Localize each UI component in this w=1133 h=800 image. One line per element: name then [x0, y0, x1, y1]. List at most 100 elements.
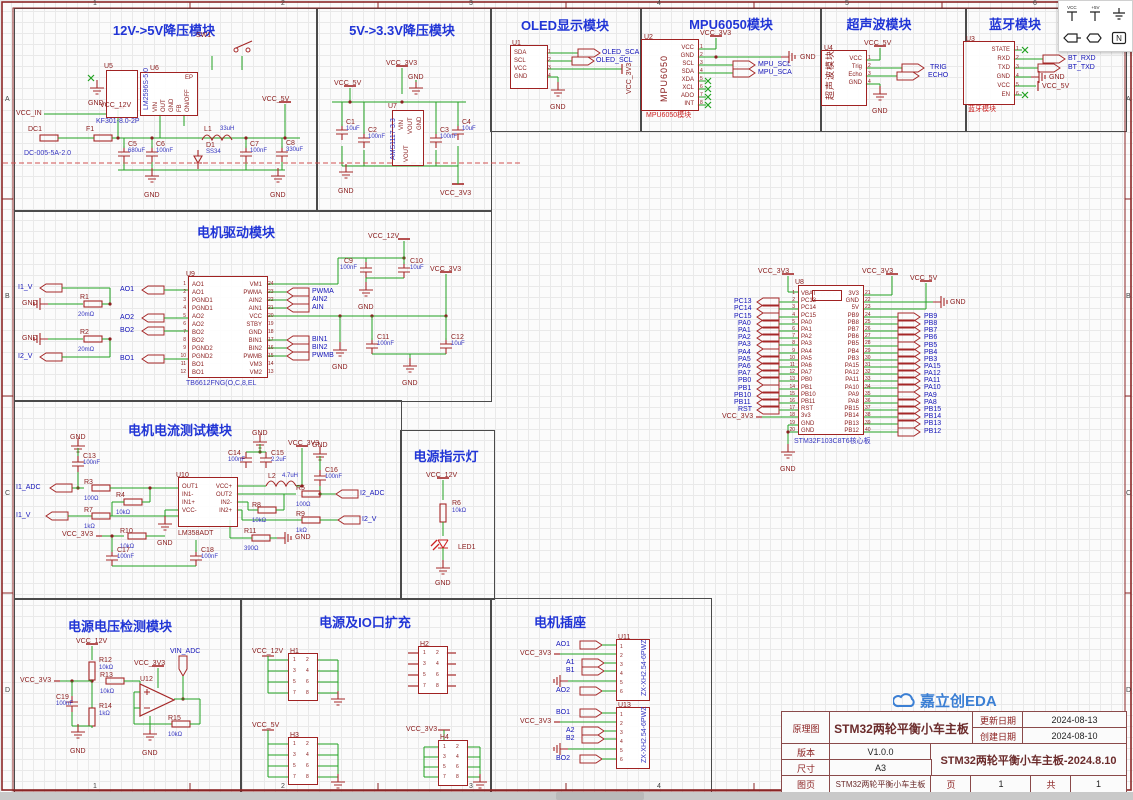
net-flag[interactable]: [338, 516, 360, 524]
net-flag[interactable]: [582, 667, 604, 675]
net-flag[interactable]: [50, 484, 72, 492]
pin-number[interactable]: 3: [700, 61, 703, 66]
pin-number[interactable]: 2: [700, 53, 703, 58]
net-label[interactable]: A1: [566, 659, 575, 666]
pin-number[interactable]: 11: [790, 363, 795, 368]
pin-name[interactable]: PB8: [848, 320, 859, 326]
net-label[interactable]: I1_V: [16, 512, 30, 519]
pin-name[interactable]: SDA: [514, 50, 526, 56]
net-label[interactable]: PB15: [924, 406, 941, 413]
pin-name[interactable]: BO2: [192, 330, 204, 336]
net-flag[interactable]: [733, 61, 755, 69]
pin-number[interactable]: 1: [792, 291, 795, 296]
pin-number[interactable]: 5: [293, 764, 296, 769]
pin-number[interactable]: 3: [620, 663, 623, 668]
pin-number[interactable]: 39: [865, 421, 871, 426]
pin-name[interactable]: OUT1: [182, 484, 198, 490]
net-flag[interactable]: [582, 727, 604, 735]
net-flag[interactable]: [336, 490, 358, 498]
net-flag[interactable]: [179, 656, 187, 676]
pin-number[interactable]: 2: [436, 651, 439, 656]
net-flag[interactable]: [1043, 55, 1065, 63]
pin-number[interactable]: 5: [443, 765, 446, 770]
pin-number[interactable]: 14: [789, 385, 795, 390]
pin-number[interactable]: 6: [306, 680, 309, 685]
pin-number[interactable]: 1: [1016, 47, 1019, 52]
component-value[interactable]: 100nF: [325, 474, 342, 480]
pin-name[interactable]: VBAT: [801, 291, 816, 297]
power-net-label[interactable]: GND: [157, 540, 173, 547]
component-desc[interactable]: AMS1117-3.3: [390, 118, 397, 160]
net-label[interactable]: PA8: [924, 399, 937, 406]
net-label[interactable]: RST: [738, 406, 752, 413]
component-value[interactable]: 100Ω: [296, 502, 311, 508]
power-net-label[interactable]: VCC_12V: [368, 233, 399, 240]
net-label[interactable]: A2: [566, 727, 575, 734]
pin-number[interactable]: 20: [268, 314, 274, 319]
pin-number[interactable]: 4: [306, 753, 309, 758]
pin-name[interactable]: GND: [169, 99, 175, 112]
component-ref[interactable]: C14: [228, 450, 241, 457]
module-title-voltage-detect[interactable]: 电源电压检测模块: [68, 616, 172, 635]
net-label[interactable]: BIN2: [312, 344, 328, 351]
component-ref[interactable]: U9: [186, 271, 195, 278]
net-label[interactable]: BO1: [556, 709, 570, 716]
component-value[interactable]: 20mΩ: [78, 347, 94, 353]
pin-number[interactable]: 34: [865, 385, 871, 390]
pin-number[interactable]: 7: [293, 775, 296, 780]
power-net-label[interactable]: GND: [312, 442, 328, 449]
pin-number[interactable]: 2: [306, 742, 309, 747]
component-ref[interactable]: L2: [268, 473, 276, 480]
pin-name[interactable]: PA9: [848, 392, 859, 398]
component-ref[interactable]: R13: [100, 672, 113, 679]
pin-number[interactable]: 1: [868, 56, 871, 61]
module-title-buck-5v-3v3[interactable]: 5V->3.3V降压模块: [349, 20, 455, 39]
component-ref[interactable]: U12: [140, 676, 153, 683]
component-value[interactable]: 10uF: [346, 126, 360, 132]
power-net-label[interactable]: GND: [550, 104, 566, 111]
pin-number[interactable]: 3: [293, 753, 296, 758]
net-label[interactable]: PB6: [924, 334, 937, 341]
net-label[interactable]: PA10: [924, 384, 941, 391]
pin-name[interactable]: VCC: [849, 56, 862, 62]
opamp-symbol[interactable]: [140, 684, 174, 716]
pin-number[interactable]: 6: [183, 322, 186, 327]
pin-name[interactable]: PB11: [801, 399, 815, 405]
net-label[interactable]: PA0: [738, 320, 751, 327]
net-label[interactable]: AO1: [120, 286, 134, 293]
net-label[interactable]: PB12: [924, 428, 941, 435]
power-net-label[interactable]: VCC_3V3: [862, 268, 893, 275]
power-net-label[interactable]: VCC_3V3: [430, 266, 461, 273]
pin-number[interactable]: 26: [865, 327, 871, 332]
palette-netport-button[interactable]: [1085, 27, 1105, 49]
net-label[interactable]: PWMA: [312, 288, 334, 295]
power-net-label[interactable]: VCC_3V3: [722, 413, 753, 420]
power-net-label[interactable]: GND: [22, 335, 38, 342]
module-title-oled-display[interactable]: OLED显示模块: [521, 15, 609, 34]
pin-name[interactable]: AO1: [192, 282, 204, 288]
pin-name[interactable]: PB3: [848, 356, 859, 362]
red-wire[interactable]: [236, 41, 252, 48]
power-net-label[interactable]: GND: [70, 434, 86, 441]
component-ref[interactable]: C9: [344, 258, 353, 265]
power-net-label[interactable]: GND: [435, 580, 451, 587]
component-ref[interactable]: C4: [462, 119, 471, 126]
module-sublabel[interactable]: MPU6050模块: [646, 112, 691, 119]
component-ref[interactable]: U5: [104, 63, 113, 70]
component-ref[interactable]: C5: [128, 141, 137, 148]
resistor-symbol[interactable]: [92, 485, 110, 491]
pin-name[interactable]: PA1: [801, 327, 812, 333]
pin-number[interactable]: 31: [865, 363, 871, 368]
chip-body[interactable]: [812, 290, 842, 301]
net-label[interactable]: MPU_SCA: [758, 69, 792, 76]
component-ref[interactable]: C1: [346, 119, 355, 126]
pin-number[interactable]: 7: [443, 775, 446, 780]
pin-name[interactable]: GND: [249, 330, 262, 336]
component-value[interactable]: 100nF: [56, 701, 73, 707]
power-net-label[interactable]: VCC_5V: [262, 96, 289, 103]
pin-name[interactable]: PC14: [801, 305, 816, 311]
component-ref[interactable]: R2: [80, 329, 89, 336]
taskbar-strip[interactable]: [0, 792, 1133, 800]
gnd-symbol[interactable]: [409, 80, 423, 94]
net-label[interactable]: BT_TXD: [1068, 64, 1095, 71]
